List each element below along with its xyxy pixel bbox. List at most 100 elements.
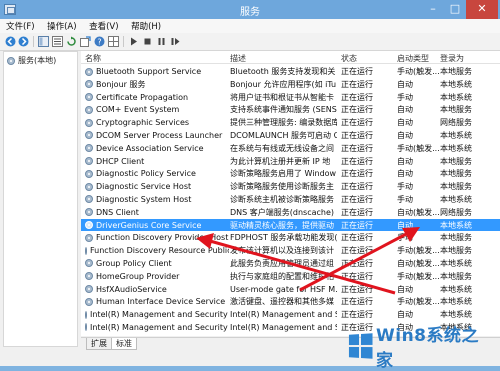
service-startup-type: 手动 bbox=[397, 233, 413, 243]
table-row[interactable]: Cryptographic Services 提供三种管理服务: 编录数据库 正在运… bbox=[81, 116, 500, 129]
service-description: 驱动精灵核心服务，提供驱动 bbox=[230, 220, 334, 230]
table-row[interactable]: Bluetooth Support Service Bluetooth 服务支持发… bbox=[81, 65, 500, 78]
close-icon[interactable]: ✕ bbox=[466, 0, 498, 19]
service-name-cell: Intel(R) Management and Security ... bbox=[84, 322, 229, 333]
play-icon[interactable] bbox=[128, 36, 139, 47]
service-status: 正在运行 bbox=[341, 220, 373, 230]
service-name: DHCP Client bbox=[96, 156, 145, 166]
service-name: COM+ Event System bbox=[96, 105, 180, 115]
gear-icon bbox=[85, 80, 93, 89]
column-header-name[interactable]: 名称 bbox=[85, 53, 101, 64]
service-name-cell: Function Discovery Resource Public... bbox=[84, 245, 229, 256]
tab-standard[interactable]: 标准 bbox=[111, 338, 137, 350]
service-description: 为此计算机注册并更新 IP 地 bbox=[230, 156, 331, 166]
tree-item-services-local[interactable]: 服务(本地) bbox=[7, 55, 56, 66]
forward-icon[interactable] bbox=[18, 36, 29, 47]
table-row[interactable]: Function Discovery Resource Public... 发布该… bbox=[81, 244, 500, 257]
table-row[interactable]: Group Policy Client 此服务负责应用管理员通过组 正在运行 自动(触… bbox=[81, 257, 500, 270]
help-icon[interactable]: ? bbox=[94, 36, 105, 47]
service-status: 正在运行 bbox=[341, 169, 373, 179]
service-log-on-as: 本地服务 bbox=[440, 271, 472, 281]
grid-icon[interactable] bbox=[108, 36, 119, 47]
table-row[interactable]: Diagnostic Service Host 诊断策略服务使用诊断服务主 正在运行… bbox=[81, 180, 500, 193]
service-startup-type: 自动 bbox=[397, 156, 413, 166]
minimize-icon[interactable]: – bbox=[422, 0, 444, 19]
table-row[interactable]: Certificate Propagation 将用户证书和根证书从智能卡 正在运行… bbox=[81, 91, 500, 104]
table-row[interactable]: Diagnostic System Host 诊断系统主机被诊断策略服务 正在运行 手… bbox=[81, 193, 500, 206]
gear-icon bbox=[85, 195, 93, 204]
gear-icon bbox=[85, 297, 93, 306]
service-status: 正在运行 bbox=[341, 105, 373, 115]
service-status: 正在运行 bbox=[341, 118, 373, 128]
menu-file[interactable]: 文件(F) bbox=[0, 19, 39, 32]
properties-icon[interactable] bbox=[52, 36, 63, 47]
title-bar[interactable]: 服务 – □ ✕ bbox=[0, 0, 500, 19]
windows-logo-icon bbox=[348, 333, 373, 359]
service-description: Intel(R) Management and S... bbox=[230, 310, 337, 320]
tab-extended[interactable]: 扩展 bbox=[86, 338, 112, 350]
service-name-cell: Group Policy Client bbox=[84, 258, 229, 269]
gear-icon bbox=[85, 208, 93, 217]
service-log-on-as: 本地系统 bbox=[440, 92, 472, 102]
service-startup-type: 自动(触发... bbox=[397, 258, 439, 268]
table-row[interactable]: HsfXAudioService User-mode gate for HSF M… bbox=[81, 283, 500, 296]
service-status: 正在运行 bbox=[341, 246, 373, 256]
service-description: Bluetooth 服务支持发现和关 bbox=[230, 67, 336, 76]
service-name: DriverGenius Core Service bbox=[96, 220, 202, 230]
table-row[interactable]: Function Discovery Provider Host FDPHOST … bbox=[81, 231, 500, 244]
service-status: 正在运行 bbox=[341, 67, 373, 76]
service-name-cell: Certificate Propagation bbox=[84, 92, 229, 103]
menu-help[interactable]: 帮助(H) bbox=[125, 19, 165, 32]
stop-icon[interactable] bbox=[142, 36, 153, 47]
console-tree-icon[interactable] bbox=[38, 36, 49, 47]
table-row[interactable]: DriverGenius Core Service 驱动精灵核心服务，提供驱动 正在… bbox=[81, 218, 500, 232]
watermark-text: Win8系统之家 bbox=[376, 326, 480, 371]
service-name: Bluetooth Support Service bbox=[96, 67, 202, 76]
table-row[interactable]: DHCP Client 为此计算机注册并更新 IP 地正在运行 自动 本地服务 bbox=[81, 155, 500, 168]
toolbar: ? bbox=[0, 33, 500, 51]
menu-view[interactable]: 查看(V) bbox=[83, 19, 122, 32]
service-name: Diagnostic System Host bbox=[96, 194, 192, 204]
menu-bar: 文件(F) 操作(A) 查看(V) 帮助(H) bbox=[0, 19, 500, 33]
menu-action[interactable]: 操作(A) bbox=[41, 19, 80, 32]
table-row[interactable]: Device Association Service 在系统与有线或无线设备之间正… bbox=[81, 142, 500, 155]
service-status: 正在运行 bbox=[341, 79, 373, 89]
table-row[interactable]: Bonjour 服务 Bonjour 允许应用程序(如 iTu 正在运行 自动 本地系统 bbox=[81, 78, 500, 91]
table-row[interactable]: Human Interface Device Service 激活键盘、遥控器和其… bbox=[81, 295, 500, 308]
service-status: 正在运行 bbox=[341, 233, 373, 243]
gear-icon bbox=[85, 182, 93, 191]
svg-text:?: ? bbox=[97, 38, 101, 47]
service-startup-type: 手动(触发... bbox=[397, 143, 439, 153]
service-log-on-as: 本地服务 bbox=[440, 169, 472, 179]
gear-icon bbox=[85, 93, 93, 102]
maximize-icon[interactable]: □ bbox=[444, 0, 466, 19]
table-row[interactable]: HomeGroup Provider 执行与家庭组的配置和维护相 正在运行 手动(触发… bbox=[81, 270, 500, 283]
restart-icon[interactable] bbox=[170, 36, 181, 47]
service-description: 激活键盘、遥控器和其他多媒 bbox=[230, 297, 334, 307]
export-icon[interactable] bbox=[80, 36, 91, 47]
refresh-icon[interactable] bbox=[66, 36, 77, 47]
service-name-cell: DriverGenius Core Service bbox=[84, 220, 229, 231]
column-header-description[interactable]: 描述 bbox=[230, 53, 246, 64]
back-icon[interactable] bbox=[5, 36, 16, 47]
table-row[interactable]: Diagnostic Policy Service 诊断策略服务启用了 Windo… bbox=[81, 167, 500, 180]
column-header-status[interactable]: 状态 bbox=[341, 53, 357, 64]
column-header-log-on-as[interactable]: 登录为 bbox=[440, 53, 464, 64]
service-status: 正在运行 bbox=[341, 182, 373, 192]
toolbar-separator bbox=[123, 36, 124, 47]
service-description: 提供三种管理服务: 编录数据库 bbox=[230, 118, 337, 128]
service-description: 诊断策略服务使用诊断服务主 bbox=[230, 182, 334, 192]
gear-icon bbox=[85, 169, 93, 178]
pause-icon[interactable] bbox=[156, 36, 167, 47]
tree-item-label: 服务(本地) bbox=[18, 56, 57, 65]
column-header-startup-type[interactable]: 启动类型 bbox=[397, 53, 429, 64]
table-row[interactable]: COM+ Event System 支持系统事件通知服务 (SENS) 正在运行 自动… bbox=[81, 103, 500, 116]
gear-icon bbox=[85, 67, 93, 76]
table-row[interactable]: DNS Client DNS 客户端服务(dnscache) 正在运行 自动(触发..… bbox=[81, 206, 500, 219]
service-status: 正在运行 bbox=[341, 271, 373, 281]
service-log-on-as: 本地系统 bbox=[440, 79, 472, 89]
service-name: Bonjour 服务 bbox=[96, 79, 146, 89]
table-row[interactable]: Intel(R) Management and Security ... Inte… bbox=[81, 308, 500, 321]
services-table-body: Bluetooth Support Service Bluetooth 服务支持发… bbox=[81, 65, 500, 334]
table-row[interactable]: DCOM Server Process Launcher DCOMLAUNCH 服… bbox=[81, 129, 500, 142]
